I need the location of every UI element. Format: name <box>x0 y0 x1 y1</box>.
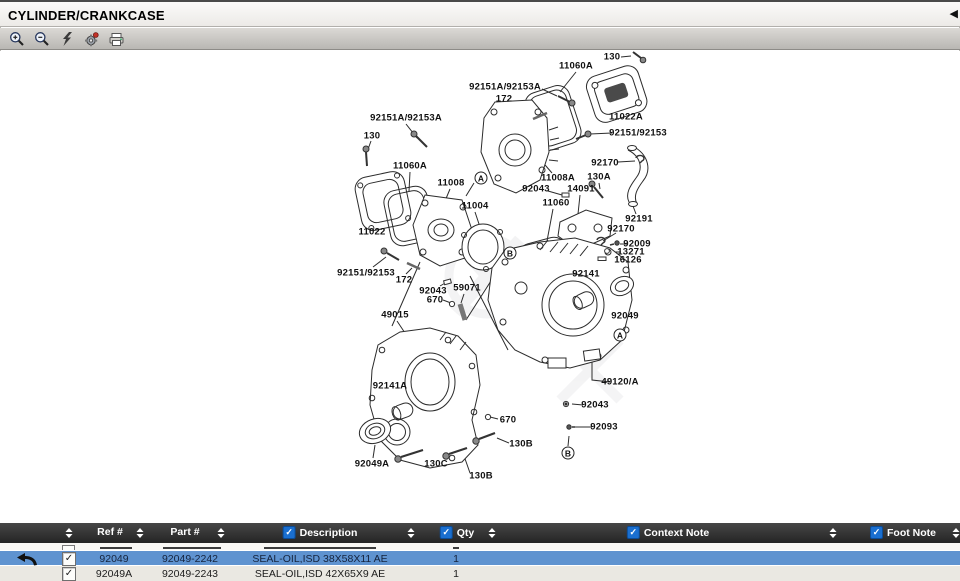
cell-description: SEAL-OIL,ISD 38X58X11 AE <box>252 553 387 565</box>
part-label[interactable]: 92141 <box>572 269 599 280</box>
column-header-foot-note[interactable]: ✓ Foot Note <box>870 526 936 539</box>
ref-bubble: B <box>504 247 517 260</box>
part-label[interactable]: 130B <box>509 439 533 450</box>
column-checkbox[interactable]: ✓ <box>283 526 296 539</box>
back-arrow-icon[interactable] <box>16 552 40 566</box>
clipped-text <box>100 547 132 549</box>
clipped-text <box>163 547 221 549</box>
clipped-text <box>453 547 459 549</box>
cover-11022 <box>353 169 413 232</box>
part-label[interactable]: 11008A <box>541 173 575 184</box>
part-label[interactable]: 92170 <box>591 158 618 169</box>
column-header-context-note[interactable]: ✓ Context Note <box>627 526 709 539</box>
part-label[interactable]: 11060A <box>393 161 427 172</box>
column-header-ref-[interactable]: Ref # <box>97 526 123 538</box>
part-label[interactable]: 16126 <box>614 255 641 266</box>
column-label: Foot Note <box>887 527 936 539</box>
part-label[interactable]: 11008 <box>438 178 465 189</box>
part-label[interactable]: 130B <box>469 471 493 482</box>
part-label[interactable]: 92093 <box>590 422 617 433</box>
part-label[interactable]: 172 <box>496 94 512 105</box>
part-label[interactable]: 130A <box>587 172 611 183</box>
column-header-part-[interactable]: Part # <box>170 526 199 538</box>
sort-icon[interactable] <box>953 528 960 538</box>
zoom-in-icon[interactable] <box>8 30 25 47</box>
sort-icon[interactable] <box>489 528 496 538</box>
column-header-qty[interactable]: ✓ Qty <box>440 526 475 539</box>
part-label[interactable]: 59071 <box>453 283 480 294</box>
part-label[interactable]: 49120/A <box>601 377 638 388</box>
column-label: Qty <box>457 527 475 539</box>
part-label[interactable]: 92043 <box>581 400 608 411</box>
part-label[interactable]: 11022 <box>359 227 386 238</box>
part-label[interactable]: 92141A <box>373 381 407 392</box>
page-title: CYLINDER/CRANKCASE <box>8 8 165 23</box>
cell-part: 92049-2242 <box>162 553 218 565</box>
part-label[interactable]: 11004 <box>462 201 489 212</box>
toolbar <box>0 28 960 50</box>
part-label[interactable]: 14091 <box>567 184 594 195</box>
cell-qty: 1 <box>453 553 459 565</box>
table-row[interactable]: ✓ 92049A 92049-2243 SEAL-OIL,ISD 42X65X9 AE… <box>0 566 960 581</box>
sort-icon[interactable] <box>137 528 144 538</box>
column-label: Ref # <box>97 526 123 538</box>
column-label: Context Note <box>644 527 709 539</box>
part-label[interactable]: 670 <box>500 415 516 426</box>
part-label[interactable]: 11022A <box>609 112 643 123</box>
zoom-out-icon[interactable] <box>33 30 50 47</box>
column-label: Part # <box>170 526 199 538</box>
part-label[interactable]: 49015 <box>381 310 408 321</box>
collapse-panel-icon[interactable]: ◀ <box>950 7 958 21</box>
row-checkbox[interactable]: ✓ <box>62 552 76 566</box>
cell-part: 92049-2243 <box>162 568 218 580</box>
hose-92191 <box>628 146 648 207</box>
cell-description: SEAL-OIL,ISD 42X65X9 AE <box>255 568 385 580</box>
cell-ref: 92049A <box>96 568 132 580</box>
column-header-description[interactable]: ✓ Description <box>283 526 358 539</box>
column-checkbox[interactable]: ✓ <box>627 526 640 539</box>
lightning-icon[interactable] <box>58 30 75 47</box>
part-label[interactable]: 92049A <box>355 459 389 470</box>
row-checkbox[interactable]: ✓ <box>62 567 76 581</box>
part-label[interactable]: 92151A/92153A <box>370 113 442 124</box>
part-label[interactable]: 92049 <box>611 311 638 322</box>
title-bar: CYLINDER/CRANKCASE ◀ <box>0 0 960 27</box>
clipped-text <box>264 547 376 549</box>
sort-icon[interactable] <box>830 528 837 538</box>
part-label[interactable]: 11060A <box>559 61 593 72</box>
column-checkbox[interactable]: ✓ <box>870 526 883 539</box>
cell-qty: 1 <box>453 568 459 580</box>
part-label[interactable]: 172 <box>396 275 412 286</box>
sort-icon[interactable] <box>218 528 225 538</box>
part-label[interactable]: 670 <box>427 295 443 306</box>
ref-bubble: B <box>562 447 575 460</box>
print-icon[interactable] <box>108 30 125 47</box>
column-checkbox[interactable]: ✓ <box>440 526 453 539</box>
column-label: Description <box>300 527 358 539</box>
part-label[interactable]: 130 <box>364 131 380 142</box>
sort-icon[interactable] <box>408 528 415 538</box>
part-label[interactable]: 92151/92153 <box>337 268 395 279</box>
part-label[interactable]: 92170 <box>607 224 634 235</box>
part-label[interactable]: 92151A/92153A <box>469 82 541 93</box>
cover-49015 <box>369 328 480 468</box>
part-label[interactable]: 92151/92153 <box>609 128 667 139</box>
cell-ref: 92049 <box>99 553 128 565</box>
gear-icon[interactable] <box>83 30 100 47</box>
ref-bubble: A <box>475 172 488 185</box>
part-label[interactable]: 130C <box>424 459 448 470</box>
part-label[interactable]: 130 <box>604 52 620 63</box>
part-label[interactable]: 11060 <box>543 198 570 209</box>
diagram-canvas[interactable]: 13011060A92151A/92153A17211022A92151/921… <box>0 51 960 523</box>
ref-bubble: A <box>614 329 627 342</box>
sort-icon[interactable] <box>66 528 73 538</box>
part-label[interactable]: 92043 <box>522 184 549 195</box>
table-header: Ref # Part # ✓ Description ✓ Qty ✓ Context Note… <box>0 523 960 543</box>
table-row[interactable]: ✓ 92049 92049-2242 SEAL-OIL,ISD 38X58X11 AE… <box>0 550 960 566</box>
